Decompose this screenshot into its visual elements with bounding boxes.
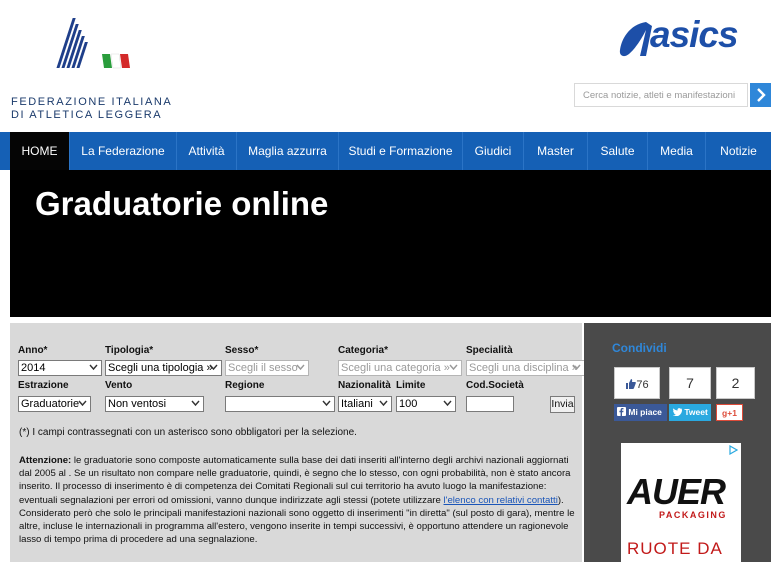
search-input[interactable]: Cerca notizie, atleti e manifestazioni — [574, 83, 748, 107]
advertisement-banner[interactable]: AUER PACKAGING RUOTE DA — [621, 443, 741, 562]
thumbs-up-icon — [626, 379, 637, 389]
page-title: Graduatorie online — [35, 185, 329, 222]
attention-title: Attenzione: — [19, 455, 72, 466]
limite-label: Limite — [396, 380, 426, 391]
vento-label: Vento — [105, 380, 133, 391]
chevron-down-icon — [449, 364, 458, 371]
share-title: Condividi — [612, 341, 667, 355]
fidal-logo[interactable]: FEDERAZIONE ITALIANA DI ATLETICA LEGGERA — [8, 14, 171, 121]
invia-button[interactable]: Invia — [550, 396, 575, 413]
main-nav: HOME La Federazione Attività Maglia azzu… — [0, 132, 771, 170]
tipologia-select[interactable]: Scegli una tipologia » — [105, 360, 222, 376]
nav-item-home[interactable]: HOME — [10, 132, 69, 170]
facebook-count: 76 — [614, 367, 660, 399]
tweet-button[interactable]: Tweet — [669, 404, 711, 421]
cod-societa-label: Cod.Società — [466, 380, 524, 391]
chevron-down-icon — [379, 400, 388, 407]
adchoices-icon[interactable] — [728, 445, 738, 455]
limite-select[interactable]: 100 — [396, 396, 456, 412]
nav-item-maglia-azzurra[interactable]: Maglia azzurra — [236, 132, 338, 170]
required-fields-note: (*) I campi contrassegnati con un asteri… — [19, 427, 357, 438]
nav-item-studi-formazione[interactable]: Studi e Formazione — [338, 132, 462, 170]
cod-societa-input[interactable] — [466, 396, 514, 412]
search-button[interactable] — [750, 83, 771, 107]
ad-brand: AUER — [627, 471, 726, 512]
estrazione-select[interactable]: Graduatorie — [18, 396, 91, 412]
asics-logo[interactable]: asics — [616, 8, 761, 66]
ad-text: RUOTE DA — [627, 539, 723, 558]
contacts-link[interactable]: l'elenco con relativi contatti — [444, 495, 558, 506]
vento-select[interactable]: Non ventosi — [105, 396, 204, 412]
federation-name-line1: FEDERAZIONE ITALIANA — [11, 96, 173, 108]
nav-item-salute[interactable]: Salute — [587, 132, 647, 170]
tipologia-label: Tipologia* — [105, 345, 154, 356]
federation-name-line2: DI ATLETICA LEGGERA — [11, 109, 163, 121]
categoria-label: Categoria* — [338, 345, 389, 356]
chevron-down-icon — [191, 400, 200, 407]
nav-item-federazione[interactable]: La Federazione — [69, 132, 176, 170]
ad-subtitle: PACKAGING — [659, 510, 727, 520]
fidal-emblem-icon — [56, 18, 130, 69]
chevron-right-icon — [757, 88, 766, 102]
nazionalita-label: Nazionalità — [338, 380, 391, 391]
chevron-down-icon — [322, 400, 331, 407]
sesso-label: Sesso* — [225, 345, 259, 356]
chevron-down-icon — [296, 364, 305, 371]
nazionalita-select[interactable]: Italiani — [338, 396, 392, 412]
page-banner: Graduatorie online — [10, 170, 771, 317]
attention-paragraph: Attenzione: le graduatorie sono composte… — [19, 454, 581, 546]
chevron-down-icon — [78, 400, 87, 407]
chevron-down-icon — [209, 364, 218, 371]
specialita-select[interactable]: Scegli una disciplina » — [466, 360, 585, 376]
nav-item-attivita[interactable]: Attività — [176, 132, 236, 170]
nav-item-giudici[interactable]: Giudici — [462, 132, 523, 170]
googleplus-count: 2 — [716, 367, 755, 399]
asics-wordmark: asics — [650, 14, 739, 55]
chevron-down-icon — [572, 364, 581, 371]
nav-item-notizie[interactable]: Notizie — [705, 132, 771, 170]
twitter-count: 7 — [669, 367, 711, 399]
regione-select[interactable] — [225, 396, 335, 412]
facebook-like-button[interactable]: Mi piace — [614, 404, 667, 421]
ranking-filter-form: Anno* Tipologia* Sesso* Categoria* Speci… — [10, 323, 585, 562]
chevron-down-icon — [89, 364, 98, 371]
googleplus-button[interactable]: g+1 — [716, 404, 743, 421]
anno-label: Anno* — [18, 345, 48, 356]
specialita-label: Specialità — [466, 345, 513, 356]
share-sidebar: Condividi 76 7 2 Mi piace Tweet g+1 AUER… — [584, 323, 771, 562]
estrazione-label: Estrazione — [18, 380, 69, 391]
sesso-select[interactable]: Scegli il sesso — [225, 360, 309, 376]
chevron-down-icon — [443, 400, 452, 407]
twitter-bird-icon — [672, 408, 683, 417]
anno-select[interactable]: 2014 — [18, 360, 102, 376]
categoria-select[interactable]: Scegli una categoria » — [338, 360, 462, 376]
nav-item-master[interactable]: Master — [523, 132, 587, 170]
nav-item-media[interactable]: Media — [647, 132, 705, 170]
regione-label: Regione — [225, 380, 265, 391]
facebook-icon — [617, 407, 626, 416]
